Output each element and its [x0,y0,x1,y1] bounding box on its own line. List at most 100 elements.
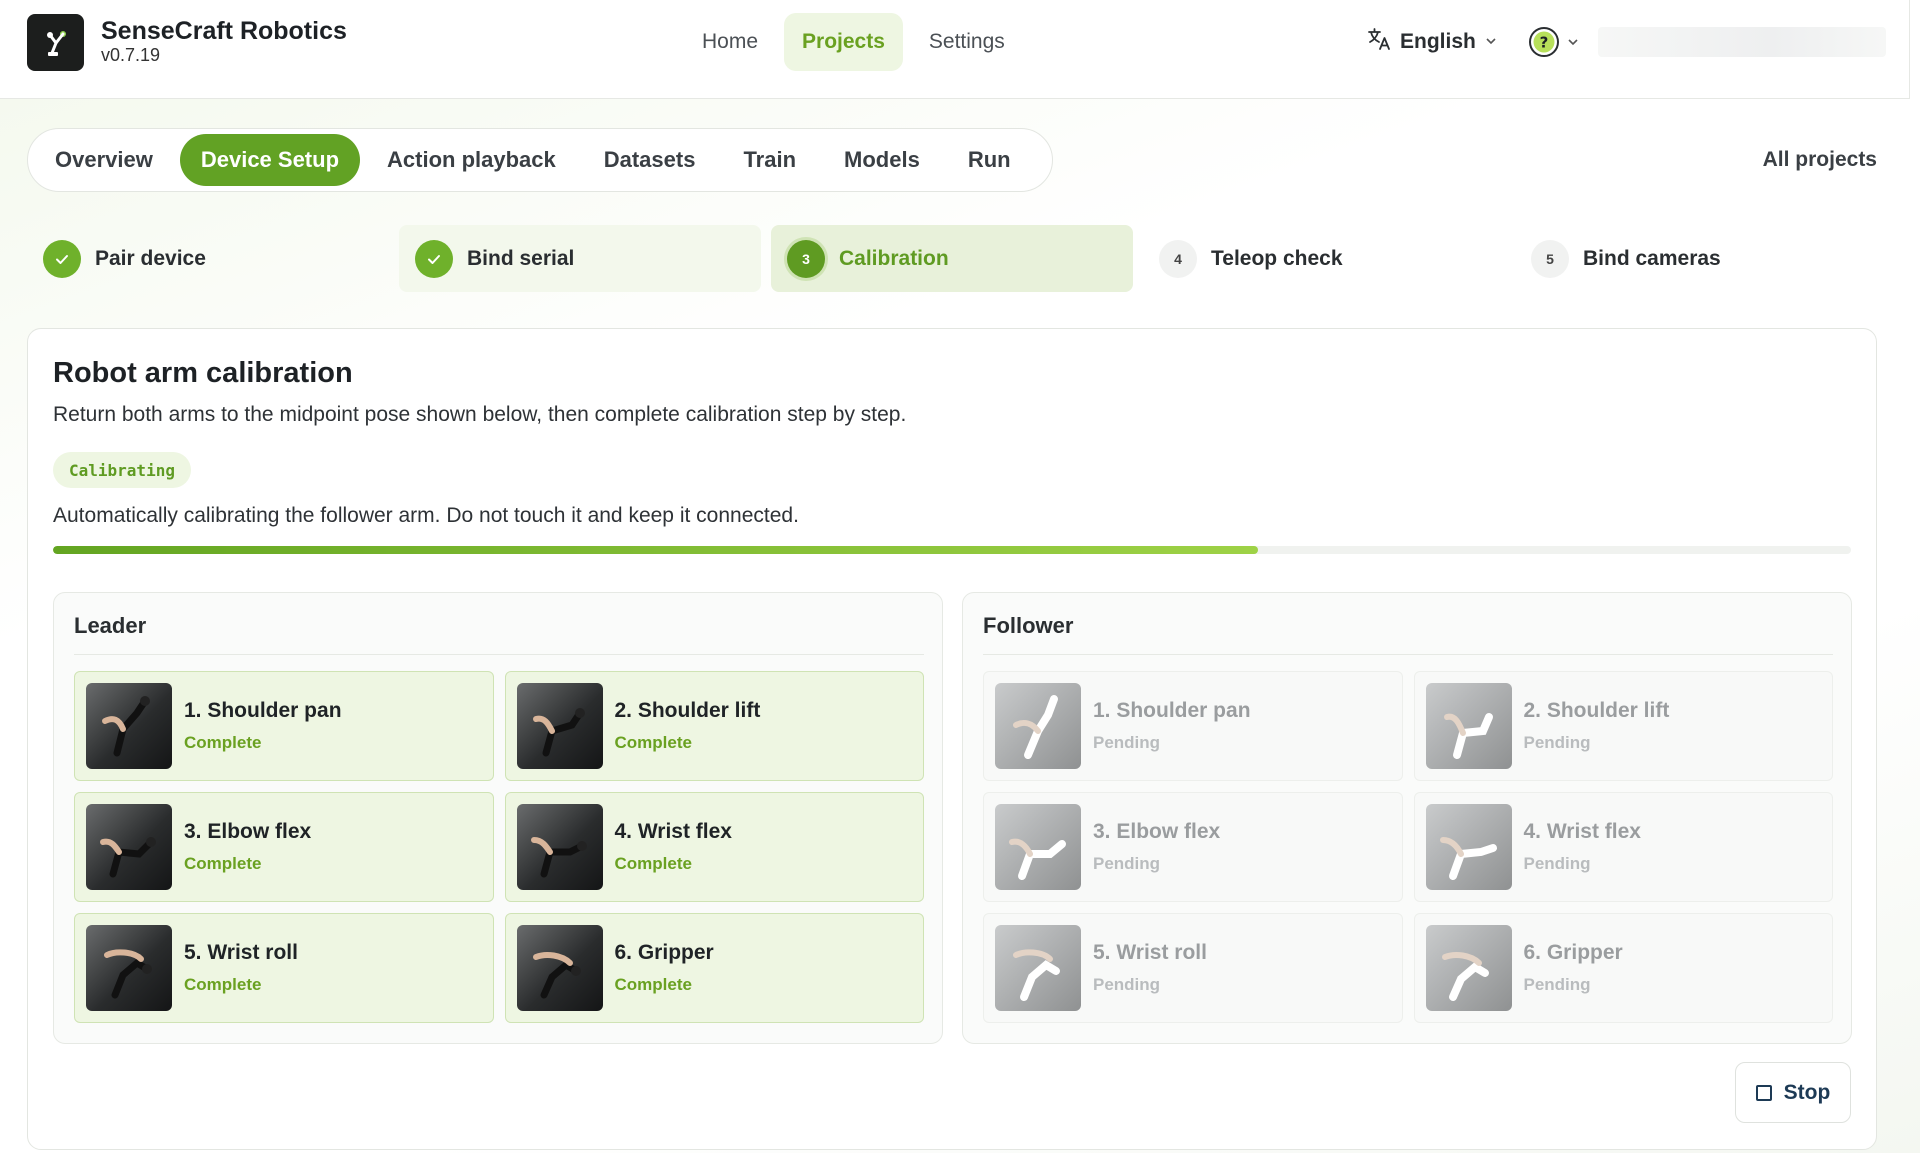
joint-name: 6. Gripper [1523,941,1623,964]
step-calibration[interactable]: 3 Calibration [771,225,1133,292]
stop-square-icon [1755,1084,1772,1101]
arm-pose-image [516,683,603,769]
joint-name: 5. Wrist roll [184,941,298,964]
progress-fill [53,546,1258,554]
calibration-description: Return both arms to the midpoint pose sh… [53,403,907,426]
calibration-progress-bar [53,546,1851,554]
tab-models[interactable]: Models [823,134,941,186]
page-title: Robot arm calibration [53,357,353,389]
translate-icon [1366,26,1392,58]
status-badge: Calibrating [53,452,191,488]
leader-joint-card[interactable]: 2. Shoulder lift Complete [504,671,924,781]
joint-name: 2. Shoulder lift [1523,699,1670,722]
leader-joint-card[interactable]: 6. Gripper Complete [504,913,924,1023]
joint-name: 2. Shoulder lift [614,699,761,722]
project-tabs: Overview Device Setup Action playback Da… [27,128,1053,192]
chevron-down-icon [1484,30,1498,54]
joint-status: Pending [1093,854,1161,873]
step-pair-device[interactable]: Pair device [27,225,389,292]
user-account-area[interactable] [1598,27,1886,57]
joint-status: Pending [1523,733,1591,752]
arm-pose-image [516,925,603,1011]
step-label: Bind cameras [1583,246,1721,270]
step-label: Teleop check [1211,246,1343,270]
tab-action-playback[interactable]: Action playback [366,134,577,186]
top-bar: SenseCraft Robotics v0.7.19 Home Project… [0,0,1910,99]
step-number: 5 [1531,239,1569,278]
joint-status: Pending [1093,733,1161,752]
leader-panel: Leader 1. Shoulder pan Complete 2. Shoul… [53,592,943,1044]
arm-pose-image [86,925,172,1011]
joint-status: Pending [1523,854,1591,873]
setup-stepper: Pair device Bind serial 3 Calibration 4 … [27,225,1877,292]
language-label: English [1400,30,1476,53]
follower-joint-card[interactable]: 3. Elbow flex Pending [983,792,1403,902]
chevron-down-icon [1566,35,1580,54]
panel-title: Follower [983,613,1833,655]
leader-joint-card[interactable]: 1. Shoulder pan Complete [74,671,494,781]
arm-pose-image [1425,683,1512,769]
joint-status: Complete [614,975,692,994]
arm-pose-image [1425,925,1512,1011]
help-circle-icon: ? [1528,26,1560,63]
arm-pose-image [1425,804,1512,890]
joint-name: 5. Wrist roll [1093,941,1207,964]
help-menu[interactable]: ? [1528,26,1580,63]
arm-pose-image [86,683,172,769]
app-version: v0.7.19 [101,45,161,65]
follower-joint-card[interactable]: 1. Shoulder pan Pending [983,671,1403,781]
joint-name: 4. Wrist flex [1523,820,1642,843]
tab-train[interactable]: Train [722,134,817,186]
svg-text:?: ? [1540,34,1549,52]
joint-name: 3. Elbow flex [184,820,312,843]
all-projects-link[interactable]: All projects [1763,148,1877,172]
follower-joint-card[interactable]: 5. Wrist roll Pending [983,913,1403,1023]
joint-name: 1. Shoulder pan [1093,699,1251,722]
nav-settings[interactable]: Settings [911,13,1023,71]
arm-pose-image [995,925,1081,1011]
step-label: Calibration [839,246,949,270]
joint-status: Complete [614,854,692,873]
calibration-card: Robot arm calibration Return both arms t… [27,328,1877,1150]
nav-home[interactable]: Home [684,13,776,71]
joint-status: Complete [184,733,262,752]
leader-joint-card[interactable]: 5. Wrist roll Complete [74,913,494,1023]
joint-name: 4. Wrist flex [614,820,733,843]
tab-datasets[interactable]: Datasets [583,134,717,186]
step-label: Bind serial [467,246,575,270]
follower-joint-card[interactable]: 2. Shoulder lift Pending [1413,671,1833,781]
step-number: 3 [787,239,825,278]
follower-panel: Follower 1. Shoulder pan Pending 2. Shou… [962,592,1852,1044]
joint-status: Pending [1093,975,1161,994]
follower-joint-grid: 1. Shoulder pan Pending 2. Shoulder lift… [983,671,1833,1023]
joint-name: 1. Shoulder pan [184,699,342,722]
leader-joint-card[interactable]: 3. Elbow flex Complete [74,792,494,902]
step-teleop-check[interactable]: 4 Teleop check [1143,225,1505,292]
joint-status: Pending [1523,975,1591,994]
stop-button[interactable]: Stop [1735,1062,1851,1123]
language-selector[interactable]: English [1366,26,1498,58]
follower-joint-card[interactable]: 4. Wrist flex Pending [1413,792,1833,902]
leader-joint-grid: 1. Shoulder pan Complete 2. Shoulder lif… [74,671,924,1023]
leader-joint-card[interactable]: 4. Wrist flex Complete [504,792,924,902]
tab-overview[interactable]: Overview [34,134,174,186]
panel-title: Leader [74,613,924,655]
joint-name: 3. Elbow flex [1093,820,1221,843]
stop-label: Stop [1783,1080,1831,1104]
arm-pose-image [86,804,172,890]
main-nav: Home Projects Settings [684,13,1023,71]
follower-joint-card[interactable]: 6. Gripper Pending [1413,913,1833,1023]
joint-status: Complete [184,975,262,994]
joint-name: 6. Gripper [614,941,714,964]
step-label: Pair device [95,246,206,270]
step-bind-cameras[interactable]: 5 Bind cameras [1515,225,1877,292]
joint-status: Complete [614,733,692,752]
tab-run[interactable]: Run [947,134,1032,186]
step-bind-serial[interactable]: Bind serial [399,225,761,292]
joint-status: Complete [184,854,262,873]
arm-pose-image [995,804,1081,890]
nav-projects[interactable]: Projects [784,13,903,71]
robot-arm-logo-icon[interactable] [27,14,84,71]
tab-device-setup[interactable]: Device Setup [179,134,361,186]
check-icon [43,239,81,278]
